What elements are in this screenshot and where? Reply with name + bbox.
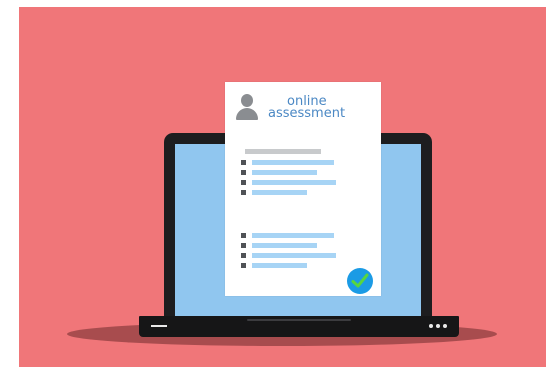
checkmark-icon	[347, 268, 373, 294]
laptop-base	[139, 316, 459, 337]
text-line	[252, 170, 317, 175]
bullet	[241, 170, 246, 175]
bullet	[241, 263, 246, 268]
text-line	[252, 190, 307, 195]
sheet-title-line2: assessment	[268, 106, 346, 121]
text-line	[252, 160, 334, 165]
illustration: online assessment	[19, 7, 546, 367]
section-heading-bar	[245, 149, 321, 154]
assessment-sheet: online assessment	[225, 82, 381, 296]
laptop-indicator-dots	[429, 324, 447, 328]
text-line	[252, 243, 317, 248]
avatar-head	[241, 94, 253, 107]
avatar-body	[236, 108, 258, 120]
bullet	[241, 190, 246, 195]
laptop-hinge-slot	[247, 319, 351, 321]
laptop-indicator-bar	[151, 325, 167, 327]
indicator-dot	[443, 324, 447, 328]
text-line	[252, 253, 336, 258]
text-line	[252, 263, 307, 268]
bullet	[241, 253, 246, 258]
bullet	[241, 243, 246, 248]
bullet	[241, 233, 246, 238]
indicator-dot	[429, 324, 433, 328]
indicator-dot	[436, 324, 440, 328]
user-avatar-icon	[236, 94, 258, 120]
checkmark-glyph	[351, 273, 369, 288]
text-line	[252, 180, 336, 185]
text-line	[252, 233, 334, 238]
bullet	[241, 180, 246, 185]
bullet	[241, 160, 246, 165]
